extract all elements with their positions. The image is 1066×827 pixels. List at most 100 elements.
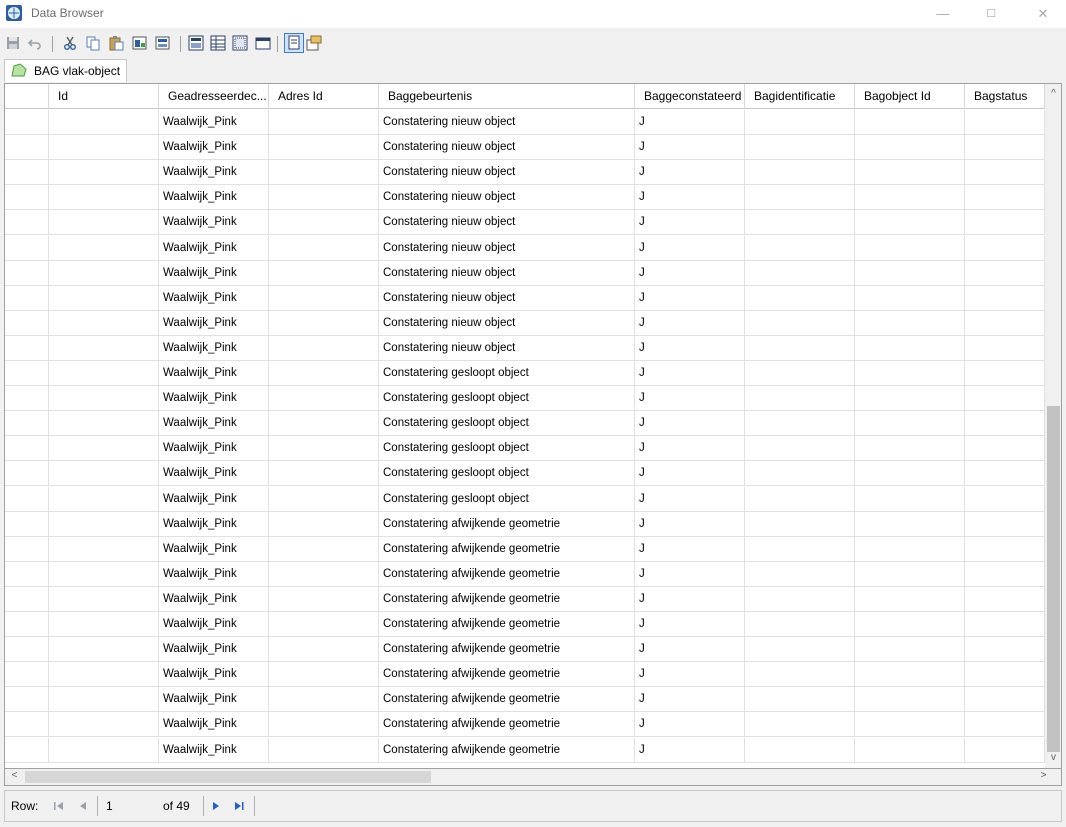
cell-bagidentificatie[interactable]	[745, 637, 855, 663]
first-record-icon[interactable]	[51, 798, 67, 814]
cell-adres-id[interactable]	[269, 260, 379, 286]
row-header-cell[interactable]	[5, 612, 49, 637]
select-all-icon[interactable]	[188, 35, 204, 51]
row-header-cell[interactable]	[5, 310, 49, 336]
export-icon[interactable]	[155, 35, 171, 51]
cell-baggeconstateerd[interactable]: J	[635, 737, 745, 763]
cell-bagobject-id[interactable]	[855, 310, 965, 336]
row-header-cell[interactable]	[5, 737, 49, 763]
row-header-cell[interactable]	[5, 210, 49, 236]
row-header-cell[interactable]	[5, 687, 49, 713]
table-row[interactable]: Waalwijk_Pink Constatering afwijkende geo…	[5, 662, 1045, 688]
table-row[interactable]: Waalwijk_Pink Constatering gesloopt objec…	[5, 361, 1045, 386]
row-header-cell[interactable]	[5, 586, 49, 612]
table-row[interactable]: Waalwijk_Pink Constatering gesloopt objec…	[5, 411, 1045, 437]
table-row[interactable]: Waalwijk_Pink Constatering nieuw object J	[5, 285, 1045, 311]
vertical-scrollbar[interactable]: ^ v	[1045, 84, 1061, 768]
cell-adres-id[interactable]	[269, 185, 379, 211]
cell-id[interactable]	[49, 662, 159, 688]
table-row[interactable]: Waalwijk_Pink Constatering afwijkende geo…	[5, 737, 1045, 763]
cell-id[interactable]	[49, 561, 159, 587]
cell-bagidentificatie[interactable]	[745, 160, 855, 186]
cell-bagstatus[interactable]	[965, 160, 1045, 186]
table-row[interactable]: Waalwijk_Pink Constatering afwijkende geo…	[5, 637, 1045, 663]
cell-bagobject-id[interactable]	[855, 411, 965, 437]
cell-bagobject-id[interactable]	[855, 260, 965, 286]
cell-bagobject-id[interactable]	[855, 737, 965, 763]
row-header-cell[interactable]	[5, 436, 49, 462]
cell-adres-id[interactable]	[269, 536, 379, 562]
cell-bagstatus[interactable]	[965, 486, 1045, 512]
cell-baggeconstateerd[interactable]: J	[635, 662, 745, 688]
properties-icon[interactable]	[306, 35, 322, 51]
table-row[interactable]: Waalwijk_Pink Constatering afwijkende geo…	[5, 536, 1045, 562]
cell-geadresseerdec[interactable]: Waalwijk_Pink	[159, 486, 269, 512]
cell-bagobject-id[interactable]	[855, 662, 965, 688]
cell-baggeconstateerd[interactable]: J	[635, 185, 745, 211]
cell-geadresseerdec[interactable]: Waalwijk_Pink	[159, 662, 269, 688]
cell-bagidentificatie[interactable]	[745, 285, 855, 311]
cell-baggebeurtenis[interactable]: Constatering afwijkende geometrie	[379, 712, 635, 738]
cell-id[interactable]	[49, 335, 159, 361]
cell-id[interactable]	[49, 436, 159, 462]
cell-id[interactable]	[49, 511, 159, 537]
cell-baggeconstateerd[interactable]: J	[635, 110, 745, 135]
table-row[interactable]: Waalwijk_Pink Constatering nieuw object J	[5, 335, 1045, 361]
scroll-up-arrow-icon[interactable]: ^	[1045, 88, 1061, 99]
cell-geadresseerdec[interactable]: Waalwijk_Pink	[159, 185, 269, 211]
cell-bagstatus[interactable]	[965, 135, 1045, 161]
column-icon[interactable]	[255, 35, 271, 51]
cell-adres-id[interactable]	[269, 662, 379, 688]
cell-bagobject-id[interactable]	[855, 536, 965, 562]
cell-bagobject-id[interactable]	[855, 687, 965, 713]
cell-baggeconstateerd[interactable]: J	[635, 235, 745, 261]
cell-baggeconstateerd[interactable]: J	[635, 486, 745, 512]
vertical-scroll-thumb[interactable]	[1047, 406, 1060, 752]
cell-bagidentificatie[interactable]	[745, 687, 855, 713]
cell-geadresseerdec[interactable]: Waalwijk_Pink	[159, 536, 269, 562]
cell-adres-id[interactable]	[269, 712, 379, 738]
cell-baggebeurtenis[interactable]: Constatering nieuw object	[379, 335, 635, 361]
minimize-button[interactable]: —	[920, 0, 966, 28]
cell-baggeconstateerd[interactable]: J	[635, 637, 745, 663]
select-rows-icon[interactable]	[232, 35, 248, 51]
cell-id[interactable]	[49, 612, 159, 637]
row-header-cell[interactable]	[5, 235, 49, 261]
cell-geadresseerdec[interactable]: Waalwijk_Pink	[159, 335, 269, 361]
row-header-cell[interactable]	[5, 160, 49, 186]
cell-baggeconstateerd[interactable]: J	[635, 335, 745, 361]
cell-bagobject-id[interactable]	[855, 436, 965, 462]
row-header-cell[interactable]	[5, 386, 49, 412]
table-row[interactable]: Waalwijk_Pink Constatering nieuw object J	[5, 160, 1045, 186]
cell-id[interactable]	[49, 637, 159, 663]
column-header-bagstatus[interactable]: Bagstatus	[965, 84, 1045, 109]
cell-bagidentificatie[interactable]	[745, 310, 855, 336]
column-header-adres-id[interactable]: Adres Id	[269, 84, 379, 109]
table-row[interactable]: Waalwijk_Pink Constatering nieuw object J	[5, 235, 1045, 261]
cell-adres-id[interactable]	[269, 511, 379, 537]
cell-baggebeurtenis[interactable]: Constatering nieuw object	[379, 310, 635, 336]
cell-bagidentificatie[interactable]	[745, 662, 855, 688]
cell-bagidentificatie[interactable]	[745, 386, 855, 412]
cell-baggebeurtenis[interactable]: Constatering afwijkende geometrie	[379, 637, 635, 663]
cell-bagidentificatie[interactable]	[745, 235, 855, 261]
cell-geadresseerdec[interactable]: Waalwijk_Pink	[159, 561, 269, 587]
cell-adres-id[interactable]	[269, 386, 379, 412]
row-header-cell[interactable]	[5, 260, 49, 286]
column-header-baggebeurtenis[interactable]: Baggebeurtenis	[379, 84, 635, 109]
cell-bagstatus[interactable]	[965, 185, 1045, 211]
cell-bagobject-id[interactable]	[855, 511, 965, 537]
cell-bagidentificatie[interactable]	[745, 586, 855, 612]
find-icon[interactable]	[132, 35, 148, 51]
cell-adres-id[interactable]	[269, 561, 379, 587]
cell-id[interactable]	[49, 712, 159, 738]
cell-bagobject-id[interactable]	[855, 637, 965, 663]
cell-baggebeurtenis[interactable]: Constatering afwijkende geometrie	[379, 737, 635, 763]
cell-adres-id[interactable]	[269, 110, 379, 135]
cell-bagstatus[interactable]	[965, 561, 1045, 587]
cell-bagstatus[interactable]	[965, 637, 1045, 663]
table-row[interactable]: Waalwijk_Pink Constatering nieuw object J	[5, 210, 1045, 236]
cell-bagstatus[interactable]	[965, 662, 1045, 688]
row-header-cell[interactable]	[5, 662, 49, 688]
cell-baggebeurtenis[interactable]: Constatering afwijkende geometrie	[379, 662, 635, 688]
